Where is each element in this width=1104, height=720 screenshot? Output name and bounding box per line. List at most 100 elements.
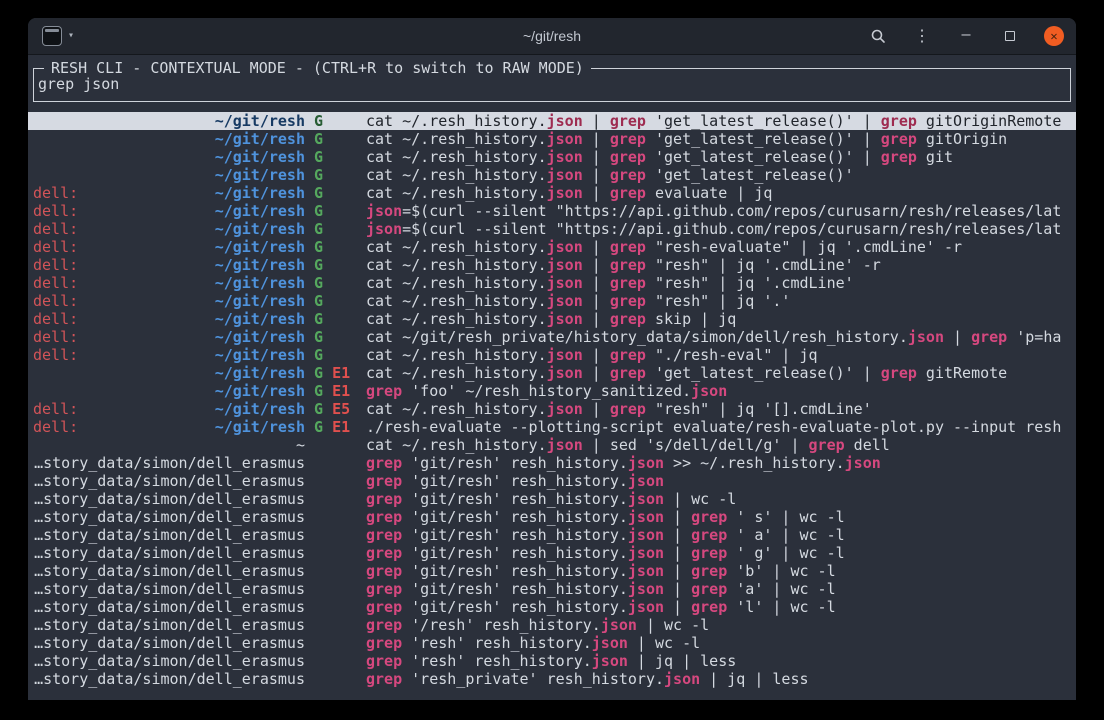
host-label: dell: [33,274,78,292]
directory-label: ~/git/resh [215,328,305,346]
flags-label: G [314,220,358,238]
history-row[interactable]: …story_data/simon/dell_erasmusgrep 'git/… [28,472,1076,490]
history-row[interactable]: …story_data/simon/dell_erasmusgrep '/res… [28,616,1076,634]
search-icon [870,28,886,44]
flags-label: G E1 [314,364,358,382]
flags-label [314,490,358,508]
history-row[interactable]: …story_data/simon/dell_erasmus grep 'git/… [28,490,1076,508]
flags-label: G [314,130,358,148]
directory-label: ~/git/resh [215,310,305,328]
terminal-app-icon [42,26,62,46]
host-label: dell: [33,328,78,346]
history-row[interactable]: …story_data/simon/dell_erasmusgrep 'resh… [28,670,1076,688]
query-box: RESH CLI - CONTEXTUAL MODE - (CTRL+R to … [33,68,1071,102]
menu-button[interactable]: ⋮ [912,26,932,46]
flags-label: G E1 [314,418,358,436]
history-row[interactable]: dell:~/git/reshG E1./resh-evaluate --plo… [28,418,1076,436]
command-text: cat ~/.resh_history.json | sed 's/dell/d… [366,436,1071,454]
history-row[interactable]: ~/git/resh Gcat ~/.resh_history.json | gr… [28,130,1076,148]
directory-label: ~/git/resh [215,130,305,148]
command-text: cat ~/git/resh_private/history_data/simo… [366,328,1071,346]
minimize-button[interactable]: – [956,26,976,46]
flags-label [314,508,358,526]
directory-label: …story_data/simon/dell_erasmus [34,490,305,508]
history-row[interactable]: …story_data/simon/dell_erasmusgrep 'resh… [28,652,1076,670]
history-row[interactable]: dell:~/git/reshGcat ~/.resh_history.json… [28,292,1076,310]
restore-button[interactable] [1000,26,1020,46]
app-menu-button[interactable]: ▾ [42,26,74,46]
history-row[interactable]: …story_data/simon/dell_erasmusgrep 'git/… [28,580,1076,598]
directory-label: ~/git/resh [215,256,305,274]
directory-label: ~/git/resh [215,220,305,238]
history-row[interactable]: dell:~/git/reshGjson=$(curl --silent "ht… [28,220,1076,238]
command-text: cat ~/.resh_history.json | grep 'get_lat… [366,166,1071,184]
terminal-content[interactable]: RESH CLI - CONTEXTUAL MODE - (CTRL+R to … [28,55,1076,700]
directory-label: ~/git/resh [215,382,305,400]
directory-label: ~/git/resh [215,184,305,202]
directory-label: …story_data/simon/dell_erasmus [34,634,305,652]
history-row[interactable]: dell:~/git/reshGcat ~/.resh_history.json… [28,274,1076,292]
directory-label: …story_data/simon/dell_erasmus [34,598,305,616]
directory-label: ~/git/resh [215,364,305,382]
search-button[interactable] [868,26,888,46]
history-row[interactable]: …story_data/simon/dell_erasmus grep 'resh… [28,634,1076,652]
history-row[interactable]: ~/git/reshG E1cat ~/.resh_history.json |… [28,364,1076,382]
history-row[interactable]: ~/git/reshGcat ~/.resh_history.json | gr… [28,148,1076,166]
directory-label: …story_data/simon/dell_erasmus [34,544,305,562]
history-row[interactable]: ~/git/reshG E1grep 'foo' ~/resh_history_… [28,382,1076,400]
history-row[interactable]: …story_data/simon/dell_erasmusgrep 'git/… [28,454,1076,472]
flags-label [314,598,358,616]
flags-label [314,670,358,688]
directory-label: ~/git/resh [215,148,305,166]
history-row[interactable]: …story_data/simon/dell_erasmusgrep 'git/… [28,526,1076,544]
command-text: cat ~/.resh_history.json | grep "resh" |… [366,256,1071,274]
history-row[interactable]: ~/git/resh Gcat ~/.resh_history.json | gr… [28,166,1076,184]
host-label: dell: [33,238,78,256]
flags-label [314,562,358,580]
flags-label [314,436,358,454]
history-row[interactable]: dell:~/git/reshGcat ~/.resh_history.json… [28,238,1076,256]
history-row[interactable]: dell:~/git/reshGcat ~/.resh_history.json… [28,346,1076,364]
history-list: ~/git/resh Gcat ~/.resh_history.json | gr… [28,112,1076,688]
titlebar[interactable]: ▾ ~/git/resh ⋮ – ✕ [28,18,1076,55]
command-text: grep 'git/resh' resh_history.json [366,472,1071,490]
command-text: cat ~/.resh_history.json | grep "resh" |… [366,400,1071,418]
history-row[interactable]: dell:~/git/reshG E5cat ~/.resh_history.j… [28,400,1076,418]
history-row[interactable]: dell:~/git/reshGjson=$(curl --silent "ht… [28,202,1076,220]
flags-label: G [314,238,358,256]
command-text: grep 'resh' resh_history.json | wc -l [366,634,1071,652]
history-row[interactable]: dell:~/git/reshGcat ~/git/resh_private/h… [28,328,1076,346]
history-row[interactable]: …story_data/simon/dell_erasmusgrep 'git/… [28,598,1076,616]
command-text: grep 'git/resh' resh_history.json | grep… [366,508,1071,526]
history-row[interactable]: …story_data/simon/dell_erasmusgrep 'git/… [28,544,1076,562]
host-label: dell: [33,256,78,274]
command-text: grep '/resh' resh_history.json | wc -l [366,616,1071,634]
directory-label: …story_data/simon/dell_erasmus [34,670,305,688]
host-label: dell: [33,310,78,328]
directory-label: ~/git/resh [215,418,305,436]
flags-label [314,526,358,544]
command-text: grep 'git/resh' resh_history.json | grep… [366,580,1071,598]
history-row[interactable]: dell:~/git/reshGcat ~/.resh_history.json… [28,184,1076,202]
history-row[interactable]: ~/git/reshGcat ~/.resh_history.json | gr… [28,112,1076,130]
command-text: cat ~/.resh_history.json | grep 'get_lat… [366,130,1071,148]
command-text: grep 'git/resh' resh_history.json | wc -… [366,490,1071,508]
flags-label: G [314,166,358,184]
directory-label: ~/git/resh [215,238,305,256]
history-row[interactable]: ~cat ~/.resh_history.json | sed 's/dell/… [28,436,1076,454]
flags-label: G [314,256,358,274]
history-row[interactable]: dell: ~/git/resh Gcat ~/.resh_history.json… [28,256,1076,274]
history-row[interactable]: dell:~/git/reshGcat ~/.resh_history.json… [28,310,1076,328]
close-button[interactable]: ✕ [1044,26,1064,46]
directory-label: ~/git/resh [215,400,305,418]
command-text: cat ~/.resh_history.json | grep "resh" |… [366,274,1071,292]
chevron-down-icon: ▾ [68,31,74,41]
directory-label: ~/git/resh [215,166,305,184]
history-row[interactable]: …story_data/simon/dell_erasmusgrep 'git/… [28,562,1076,580]
directory-label: …story_data/simon/dell_erasmus [34,454,305,472]
command-text: grep 'resh' resh_history.json | jq | les… [366,652,1071,670]
history-row[interactable]: …story_data/simon/dell_erasmusgrep 'git/… [28,508,1076,526]
command-text: json=$(curl --silent "https://api.github… [366,220,1071,238]
close-icon: ✕ [1050,28,1057,44]
command-text: cat ~/.resh_history.json | grep evaluate… [366,184,1071,202]
